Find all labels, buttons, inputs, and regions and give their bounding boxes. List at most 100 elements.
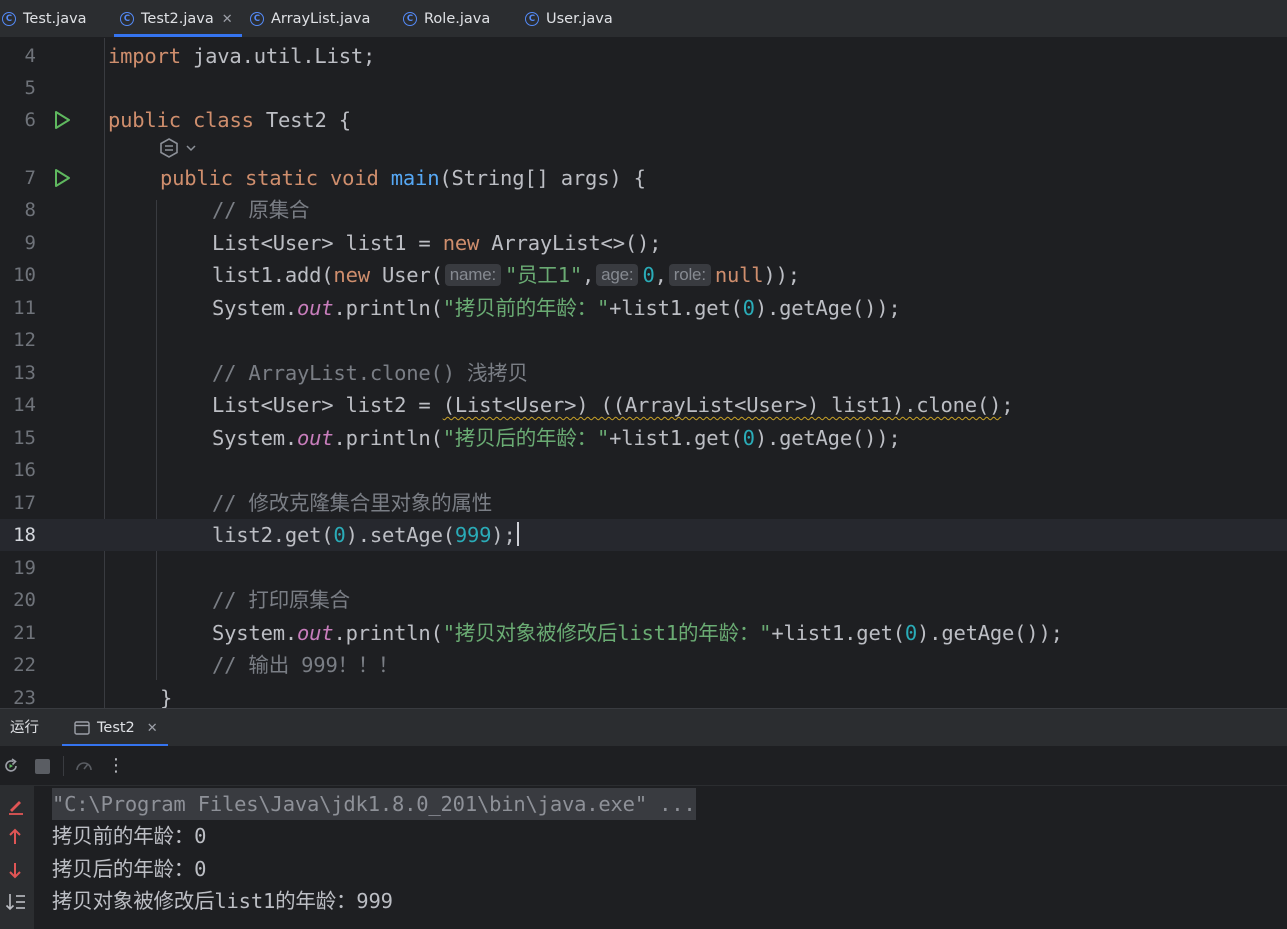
code-comment: // 打印原集合 (212, 588, 350, 612)
text-caret (516, 522, 519, 546)
inlay-hint-icons[interactable] (158, 135, 198, 161)
code-token: out (297, 426, 334, 450)
tab-test-java[interactable]: C Test.java (2, 0, 87, 38)
ai-assistant-icon[interactable] (158, 137, 180, 159)
code-line[interactable]: 23 } (0, 682, 1287, 708)
run-tab-test2[interactable]: Test2 ✕ (62, 709, 168, 747)
close-icon[interactable]: ✕ (222, 12, 233, 27)
java-class-icon: C (525, 12, 539, 26)
code-line[interactable]: 22 // 输出 999！！！ (0, 649, 1287, 681)
line-number: 4 (24, 45, 36, 67)
tab-label: ArrayList.java (271, 11, 371, 27)
code-token: +list1.get( (609, 426, 743, 450)
parameter-hint: age: (596, 264, 639, 286)
code-editor[interactable]: 4 import java.util.List; 5 6 public clas… (0, 38, 1287, 708)
console-line: 拷贝后的年龄：0 (52, 857, 207, 881)
code-token: .println( (333, 426, 443, 450)
line-number: 12 (13, 329, 36, 351)
tab-arraylist-java[interactable]: C ArrayList.java (250, 0, 370, 38)
tab-role-java[interactable]: C Role.java (403, 0, 490, 38)
code-token: 0 (742, 296, 755, 320)
code-token: class (193, 108, 254, 132)
code-line[interactable]: 5 (0, 72, 1287, 104)
scroll-down-icon[interactable] (7, 861, 23, 879)
code-token: System. (212, 621, 297, 645)
code-line[interactable]: 19 (0, 552, 1287, 584)
code-line[interactable]: 20 // 打印原集合 (0, 584, 1287, 616)
code-line[interactable]: 9 List<User> list1 = new ArrayList<>(); (0, 227, 1287, 259)
rerun-icon[interactable] (2, 757, 20, 775)
tab-user-java[interactable]: C User.java (525, 0, 613, 38)
run-toolbar: ⋮ (0, 746, 1287, 786)
run-gutter-icon[interactable] (52, 168, 72, 188)
line-number: 11 (13, 297, 36, 319)
code-line[interactable]: 17 // 修改克隆集合里对象的属性 (0, 487, 1287, 519)
code-token: List<User> list1 = (212, 231, 443, 255)
line-number: 10 (13, 264, 36, 286)
java-class-icon: C (2, 12, 16, 26)
code-token: "拷贝前的年龄：" (442, 296, 610, 320)
code-line-current[interactable]: 18 list2.get(0).setAge(999); (0, 519, 1287, 551)
code-line[interactable]: 14 List<User> list2 = (List<User>) ((Arr… (0, 389, 1287, 421)
code-line[interactable]: 8 // 原集合 (0, 194, 1287, 226)
line-number: 17 (13, 492, 36, 514)
close-icon[interactable]: ✕ (147, 721, 158, 736)
code-line[interactable]: 12 (0, 324, 1287, 356)
code-token: "拷贝后的年龄：" (442, 426, 610, 450)
code-line[interactable]: 21 System.out.println("拷贝对象被修改后list1的年龄：… (0, 617, 1287, 649)
code-token: 0 (333, 523, 346, 547)
coverage-gauge-icon[interactable] (74, 756, 94, 776)
code-token: new (442, 231, 480, 255)
console-line-command: "C:\Program Files\Java\jdk1.8.0_201\bin\… (52, 788, 696, 820)
code-token: 999 (454, 523, 492, 547)
console-window-icon (74, 721, 90, 735)
code-token: 0 (904, 621, 918, 645)
code-comment: // 修改克隆集合里对象的属性 (212, 491, 493, 515)
code-token: new (333, 263, 370, 287)
line-number: 5 (24, 77, 36, 99)
code-line[interactable]: 16 (0, 454, 1287, 486)
code-line[interactable]: 7 public static void main(String[] args)… (0, 162, 1287, 194)
tab-label: Role.java (424, 11, 491, 27)
tab-label: Test2.java (141, 11, 214, 27)
code-token: ); (491, 523, 516, 547)
stop-icon[interactable] (35, 759, 50, 774)
java-class-icon: C (403, 12, 417, 26)
code-token: .println( (333, 296, 443, 320)
code-line[interactable]: 11 System.out.println("拷贝前的年龄："+list1.ge… (0, 292, 1287, 324)
scroll-up-icon[interactable] (7, 828, 23, 846)
more-icon[interactable]: ⋮ (107, 754, 125, 776)
parameter-hint: role: (668, 264, 711, 286)
code-token: System. (212, 426, 297, 450)
code-token: ).getAge()); (754, 426, 901, 450)
code-token: ).getAge()); (917, 621, 1063, 645)
code-line[interactable]: 13 // ArrayList.clone() 浅拷贝 (0, 357, 1287, 389)
code-token: main (390, 166, 440, 190)
code-token: , (582, 263, 595, 287)
console-output[interactable]: "C:\Program Files\Java\jdk1.8.0_201\bin\… (0, 786, 1287, 929)
tab-label: User.java (546, 11, 613, 27)
code-line[interactable]: 6 public class Test2 { (0, 104, 1287, 136)
scroll-to-end-icon[interactable] (5, 892, 27, 912)
code-line[interactable]: 10 list1.add(new User(name: "员工1", age: 0, r… (0, 259, 1287, 291)
run-gutter-icon[interactable] (52, 110, 72, 130)
code-token: User( (369, 263, 443, 287)
line-number: 14 (13, 394, 36, 416)
tab-test2-java[interactable]: C Test2.java ✕ (114, 0, 242, 38)
code-line[interactable]: 4 import java.util.List; (0, 40, 1287, 72)
code-line[interactable]: 15 System.out.println("拷贝后的年龄："+list1.ge… (0, 422, 1287, 454)
code-token: out (297, 296, 334, 320)
soft-wrap-icon[interactable] (6, 796, 26, 816)
line-number: 8 (24, 199, 36, 221)
code-token: null (714, 263, 764, 287)
code-token: java.util.List; (180, 44, 376, 68)
toolbar-divider (63, 756, 64, 776)
line-number: 20 (13, 589, 36, 611)
code-token: +list1.get( (609, 296, 743, 320)
line-number: 23 (13, 687, 36, 708)
java-class-icon: C (250, 12, 264, 26)
chevron-down-icon[interactable] (184, 141, 198, 155)
editor-tab-bar: C Test.java C Test2.java ✕ C ArrayList.j… (0, 0, 1287, 38)
unchecked-cast-warning[interactable]: (List<User>) ((ArrayList<User>) list1).c… (443, 393, 1002, 417)
line-number: 13 (13, 362, 36, 384)
